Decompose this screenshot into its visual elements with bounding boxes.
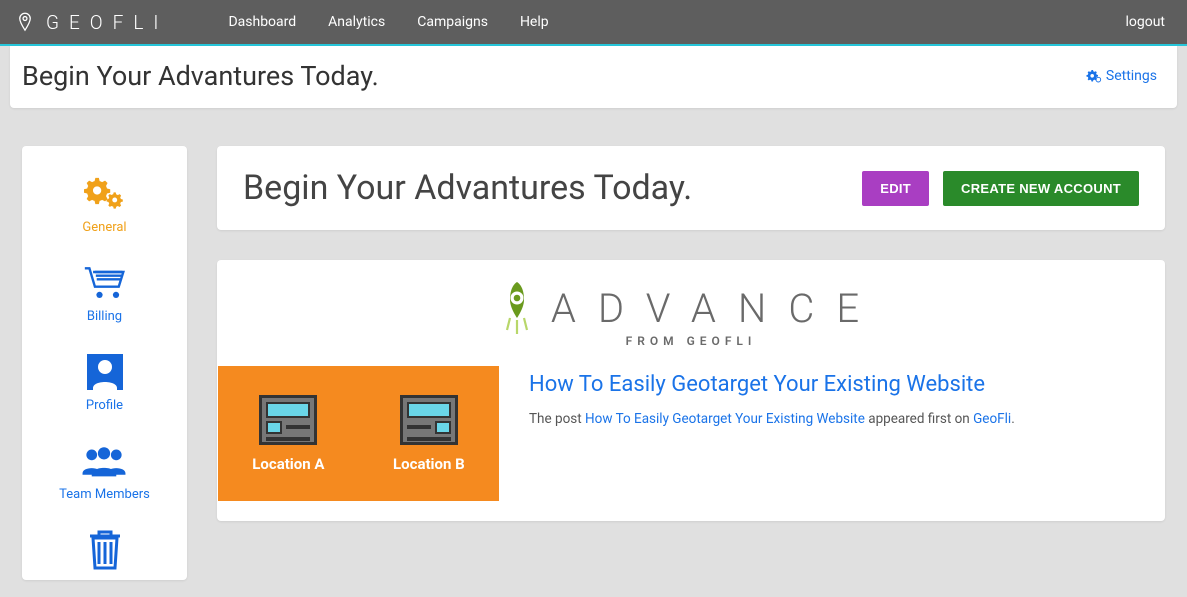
article-link-post[interactable]: How To Easily Geotarget Your Existing We… xyxy=(585,411,865,427)
thumb-caption-b: Location B xyxy=(393,455,465,473)
title-bar: Begin Your Advantures Today. Settings xyxy=(10,46,1177,108)
advance-subtitle: FROM GEOFLI xyxy=(626,334,757,348)
pin-icon xyxy=(18,12,32,32)
top-nav: Dashboard Analytics Campaigns Help xyxy=(228,14,548,30)
nav-help[interactable]: Help xyxy=(520,14,549,30)
mini-window-icon xyxy=(259,395,317,445)
advance-brand: ADVANCE FROM GEOFLI xyxy=(217,270,1165,366)
rocket-pin-icon xyxy=(501,280,533,336)
advance-title: ADVANCE xyxy=(551,285,881,332)
gears-icon xyxy=(82,174,128,214)
page-title: Begin Your Advantures Today. xyxy=(22,60,379,92)
settings-label: Settings xyxy=(1106,68,1157,84)
panel-actions: EDIT CREATE NEW ACCOUNT xyxy=(862,171,1139,206)
sidebar-item-general[interactable]: General xyxy=(82,174,128,235)
sidebar-item-label: General xyxy=(82,220,126,235)
create-account-button[interactable]: CREATE NEW ACCOUNT xyxy=(943,171,1139,206)
top-bar: GEOFLI Dashboard Analytics Campaigns Hel… xyxy=(0,0,1187,46)
sidebar-item-label: Billing xyxy=(87,309,122,324)
sidebar-item-label: Profile xyxy=(86,398,123,413)
main: Begin Your Advantures Today. EDIT CREATE… xyxy=(217,146,1165,521)
brand-text: GEOFLI xyxy=(46,11,168,34)
article-link-site[interactable]: GeoFli xyxy=(973,411,1011,427)
sidebar-item-trash[interactable] xyxy=(82,530,128,570)
article-thumbnail: Location A Location B xyxy=(218,366,499,501)
thumb-caption-a: Location A xyxy=(252,455,324,473)
gears-icon xyxy=(1086,68,1102,84)
sidebar-item-team-members[interactable]: Team Members xyxy=(59,441,150,502)
article-body: How To Easily Geotarget Your Existing We… xyxy=(529,366,1045,429)
nav-dashboard[interactable]: Dashboard xyxy=(228,14,296,30)
logout-link[interactable]: logout xyxy=(1125,14,1165,30)
edit-button[interactable]: EDIT xyxy=(862,171,929,206)
article-excerpt: The post How To Easily Geotarget Your Ex… xyxy=(529,409,1015,429)
team-icon xyxy=(81,441,127,481)
cart-icon xyxy=(82,263,128,303)
nav-campaigns[interactable]: Campaigns xyxy=(417,14,488,30)
article-title[interactable]: How To Easily Geotarget Your Existing We… xyxy=(529,372,1015,397)
header-panel: Begin Your Advantures Today. EDIT CREATE… xyxy=(217,146,1165,230)
sidebar: General Billing xyxy=(22,146,187,580)
sidebar-item-billing[interactable]: Billing xyxy=(82,263,128,324)
sidebar-item-label: Team Members xyxy=(59,487,150,502)
trash-icon xyxy=(82,530,128,570)
content-panel: ADVANCE FROM GEOFLI Location A xyxy=(217,260,1165,521)
profile-icon xyxy=(82,352,128,392)
nav-analytics[interactable]: Analytics xyxy=(328,14,385,30)
mini-window-icon xyxy=(400,395,458,445)
settings-link[interactable]: Settings xyxy=(1086,68,1157,84)
article: Location A Location B How To Easily Geot… xyxy=(217,366,1165,501)
sidebar-item-profile[interactable]: Profile xyxy=(82,352,128,413)
brand-logo[interactable]: GEOFLI xyxy=(18,11,168,34)
panel-title: Begin Your Advantures Today. xyxy=(243,168,692,208)
